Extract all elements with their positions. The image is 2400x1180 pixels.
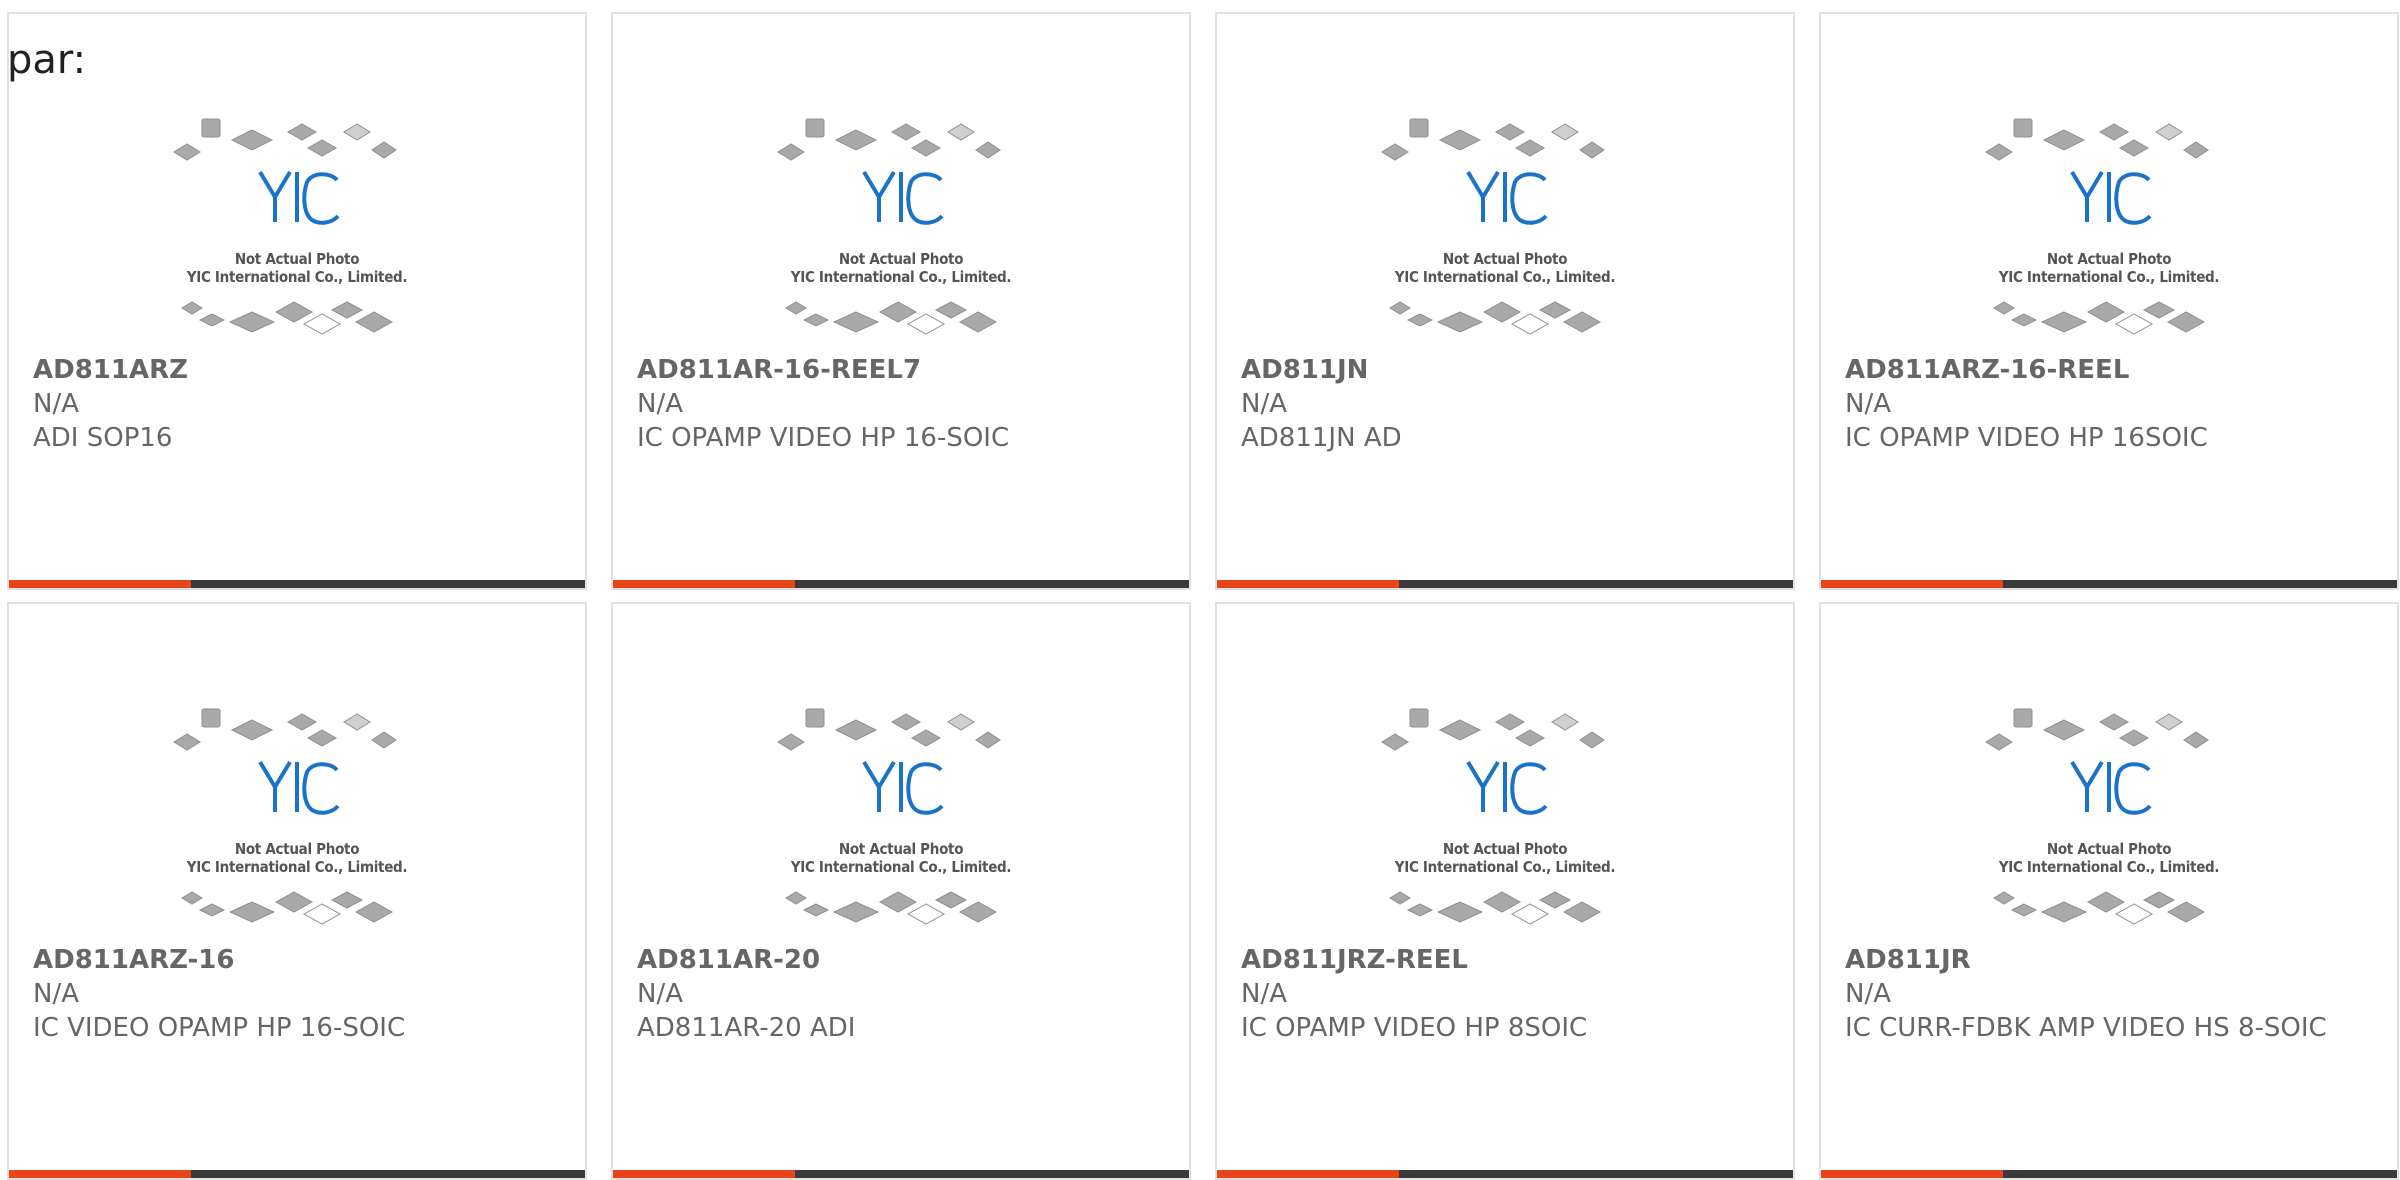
product-card[interactable]: Not Actual Photo YIC International Co., … bbox=[1819, 602, 2399, 1180]
description: IC OPAMP VIDEO HP 16SOIC bbox=[1845, 423, 2208, 453]
description: IC VIDEO OPAMP HP 16-SOIC bbox=[33, 1013, 406, 1043]
description: ADI SOP16 bbox=[33, 423, 173, 453]
part-number[interactable]: AD811ARZ bbox=[33, 353, 561, 387]
product-info: AD811ARZ N/A ADI SOP16 bbox=[33, 353, 561, 455]
card-footer-accent bbox=[1821, 580, 2003, 588]
placeholder-photo: Not Actual Photo YIC International Co., … bbox=[1360, 102, 1650, 362]
card-footer-bar bbox=[1821, 580, 2397, 588]
placeholder-photo: Not Actual Photo YIC International Co., … bbox=[152, 692, 442, 952]
photo-caption-line2: YIC International Co., Limited. bbox=[186, 858, 408, 876]
photo-caption-line1: Not Actual Photo bbox=[838, 250, 964, 268]
price: N/A bbox=[33, 979, 79, 1009]
product-card[interactable]: Not Actual Photo YIC International Co., … bbox=[1215, 12, 1795, 590]
product-info: AD811AR-16-REEL7 N/A IC OPAMP VIDEO HP 1… bbox=[637, 353, 1165, 455]
part-number[interactable]: AD811ARZ-16-REEL bbox=[1845, 353, 2373, 387]
prefix-label: par: bbox=[7, 37, 87, 83]
price: N/A bbox=[1845, 389, 1891, 419]
product-info: AD811AR-20 N/A AD811AR-20 ADI bbox=[637, 943, 1165, 1045]
photo-caption-line1: Not Actual Photo bbox=[1442, 250, 1568, 268]
photo-caption-line2: YIC International Co., Limited. bbox=[790, 268, 1012, 286]
price: N/A bbox=[1241, 979, 1287, 1009]
product-card[interactable]: Not Actual Photo YIC International Co., … bbox=[1819, 12, 2399, 590]
card-footer-bar bbox=[9, 1170, 585, 1178]
product-info: AD811ARZ-16-REEL N/A IC OPAMP VIDEO HP 1… bbox=[1845, 353, 2373, 455]
product-card[interactable]: Not Actual Photo YIC International Co., … bbox=[611, 12, 1191, 590]
photo-caption-line1: Not Actual Photo bbox=[1442, 840, 1568, 858]
photo-caption-line2: YIC International Co., Limited. bbox=[186, 268, 408, 286]
photo-caption-line2: YIC International Co., Limited. bbox=[1998, 858, 2220, 876]
product-grid: Not Actual Photo YIC International Co., … bbox=[7, 12, 2399, 1180]
photo-caption-line1: Not Actual Photo bbox=[234, 250, 360, 268]
placeholder-photo: Not Actual Photo YIC International Co., … bbox=[756, 692, 1046, 952]
card-footer-bar bbox=[1217, 580, 1793, 588]
product-card[interactable]: Not Actual Photo YIC International Co., … bbox=[611, 602, 1191, 1180]
chip-package-icon bbox=[1985, 118, 2209, 335]
photo-caption-line2: YIC International Co., Limited. bbox=[1394, 858, 1616, 876]
product-info: AD811JR N/A IC CURR-FDBK AMP VIDEO HS 8-… bbox=[1845, 943, 2373, 1045]
photo-caption-line2: YIC International Co., Limited. bbox=[790, 858, 1012, 876]
price: N/A bbox=[1241, 389, 1287, 419]
description: IC OPAMP VIDEO HP 8SOIC bbox=[1241, 1013, 1588, 1043]
card-footer-accent bbox=[9, 1170, 191, 1178]
price: N/A bbox=[1845, 979, 1891, 1009]
photo-caption-line2: YIC International Co., Limited. bbox=[1998, 268, 2220, 286]
placeholder-photo: Not Actual Photo YIC International Co., … bbox=[1964, 692, 2254, 952]
card-footer-bar bbox=[9, 580, 585, 588]
card-footer-accent bbox=[1217, 1170, 1399, 1178]
part-number[interactable]: AD811ARZ-16 bbox=[33, 943, 561, 977]
description: AD811AR-20 ADI bbox=[637, 1013, 856, 1043]
chip-package-icon bbox=[1381, 118, 1605, 335]
placeholder-photo: Not Actual Photo YIC International Co., … bbox=[1964, 102, 2254, 362]
photo-caption-line1: Not Actual Photo bbox=[234, 840, 360, 858]
card-footer-accent bbox=[9, 580, 191, 588]
photo-caption-line1: Not Actual Photo bbox=[2046, 250, 2172, 268]
product-info: AD811JN N/A AD811JN AD bbox=[1241, 353, 1769, 455]
photo-caption-line1: Not Actual Photo bbox=[2046, 840, 2172, 858]
card-footer-accent bbox=[1217, 580, 1399, 588]
part-number[interactable]: AD811JRZ-REEL bbox=[1241, 943, 1769, 977]
card-footer-bar bbox=[613, 580, 1189, 588]
price: N/A bbox=[637, 979, 683, 1009]
part-number[interactable]: AD811AR-16-REEL7 bbox=[637, 353, 1165, 387]
description: IC OPAMP VIDEO HP 16-SOIC bbox=[637, 423, 1010, 453]
part-number[interactable]: AD811AR-20 bbox=[637, 943, 1165, 977]
placeholder-photo: Not Actual Photo YIC International Co., … bbox=[1360, 692, 1650, 952]
description: AD811JN AD bbox=[1241, 423, 1402, 453]
placeholder-photo: Not Actual Photo YIC International Co., … bbox=[756, 102, 1046, 362]
card-footer-bar bbox=[613, 1170, 1189, 1178]
card-footer-accent bbox=[613, 1170, 795, 1178]
description: IC CURR-FDBK AMP VIDEO HS 8-SOIC bbox=[1845, 1013, 2327, 1043]
chip-package-icon bbox=[1381, 708, 1605, 925]
card-footer-accent bbox=[1821, 1170, 2003, 1178]
chip-package-icon bbox=[777, 118, 1001, 335]
part-number[interactable]: AD811JR bbox=[1845, 943, 2373, 977]
product-info: AD811JRZ-REEL N/A IC OPAMP VIDEO HP 8SOI… bbox=[1241, 943, 1769, 1045]
card-footer-accent bbox=[613, 580, 795, 588]
price: N/A bbox=[637, 389, 683, 419]
card-footer-bar bbox=[1821, 1170, 2397, 1178]
chip-package-icon bbox=[173, 118, 397, 335]
product-info: AD811ARZ-16 N/A IC VIDEO OPAMP HP 16-SOI… bbox=[33, 943, 561, 1045]
product-card[interactable]: Not Actual Photo YIC International Co., … bbox=[7, 12, 587, 590]
placeholder-photo: Not Actual Photo YIC International Co., … bbox=[152, 102, 442, 362]
part-number[interactable]: AD811JN bbox=[1241, 353, 1769, 387]
chip-package-icon bbox=[1985, 708, 2209, 925]
product-card[interactable]: Not Actual Photo YIC International Co., … bbox=[1215, 602, 1795, 1180]
chip-package-icon bbox=[173, 708, 397, 925]
price: N/A bbox=[33, 389, 79, 419]
photo-caption-line1: Not Actual Photo bbox=[838, 840, 964, 858]
chip-package-icon bbox=[777, 708, 1001, 925]
product-card[interactable]: Not Actual Photo YIC International Co., … bbox=[7, 602, 587, 1180]
photo-caption-line2: YIC International Co., Limited. bbox=[1394, 268, 1616, 286]
card-footer-bar bbox=[1217, 1170, 1793, 1178]
